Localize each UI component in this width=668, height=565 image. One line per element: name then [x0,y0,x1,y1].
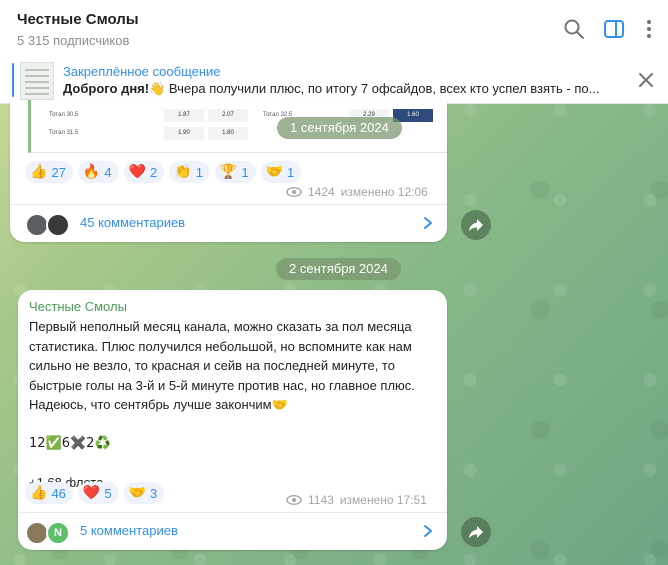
reaction-thumbs-up[interactable]: 👍 27 [25,161,73,183]
chevron-right-icon [424,217,432,229]
close-pinned-icon[interactable] [636,70,656,90]
reaction-fire[interactable]: 🔥 4 [77,161,119,183]
pinned-preview: Доброго дня!👋 Вчера получили плюс, по ит… [63,81,600,96]
more-options-icon[interactable] [638,18,660,40]
share-button[interactable] [461,517,491,547]
subscriber-count: 5 315 подписчиков [17,33,130,48]
edited-time: изменено 17:51 [339,493,427,507]
edited-time: изменено 12:06 [340,185,428,199]
share-arrow-icon [469,219,483,232]
commenter-avatar-letter: N [46,521,70,545]
eye-icon [286,495,302,505]
message-stats: 12✅6✖️2♻️ [29,436,111,451]
message-author[interactable]: Честные Смолы [29,299,127,314]
reaction-handshake[interactable]: 🤝 1 [260,161,302,183]
share-button[interactable] [461,210,491,240]
reaction-trophy[interactable]: 🏆 1 [214,161,256,183]
date-chip: 2 сентября 2024 [276,258,401,280]
view-count: 1424 [308,185,335,199]
reaction-heart[interactable]: ❤️ 2 [123,161,165,183]
reactions-row-1: 👍 27 🔥 4 ❤️ 2 👏 1 🏆 1 🤝 1 [25,161,302,183]
share-arrow-icon [469,526,483,539]
reaction-heart[interactable]: ❤️ 5 [77,482,119,504]
reactions-row-2: 👍 46 ❤️ 5 🤝 3 [25,482,165,504]
eye-icon [286,187,302,197]
chevron-right-icon [424,525,432,537]
message-bubble-2[interactable]: Честные Смолы Первый неполный месяц кана… [18,290,447,550]
pinned-title: Закреплённое сообщение [63,64,221,79]
message-meta-2: 1143 изменено 17:51 [286,493,427,507]
search-icon[interactable] [563,18,585,40]
comments-count: 5 комментариев [80,523,178,538]
message-meta-1: 1424 изменено 12:06 [286,185,428,199]
pinned-indicator [12,63,14,97]
channel-name[interactable]: Честные Смолы [17,11,139,28]
chat-header: Честные Смолы 5 315 подписчиков [0,0,668,58]
comments-button-2[interactable]: N 5 комментариев [18,512,447,549]
pinned-thumbnail [20,62,54,100]
commenter-avatar [46,213,70,237]
comments-button-1[interactable]: 45 комментариев [10,204,447,241]
sidebar-toggle-icon[interactable] [603,18,625,40]
reaction-thumbs-up[interactable]: 👍 46 [25,482,73,504]
reaction-clap[interactable]: 👏 1 [169,161,210,183]
pinned-message-bar[interactable]: Закреплённое сообщение Доброго дня!👋 Вче… [0,57,668,104]
message-text: Первый неполный месяц канала, можно сказ… [29,317,437,493]
date-chip: 1 сентября 2024 [277,117,402,139]
comments-count: 45 комментариев [80,215,186,230]
reaction-handshake[interactable]: 🤝 3 [123,482,165,504]
message-paragraph: Первый неполный месяц канала, можно сказ… [29,319,415,412]
view-count: 1143 [308,493,334,507]
